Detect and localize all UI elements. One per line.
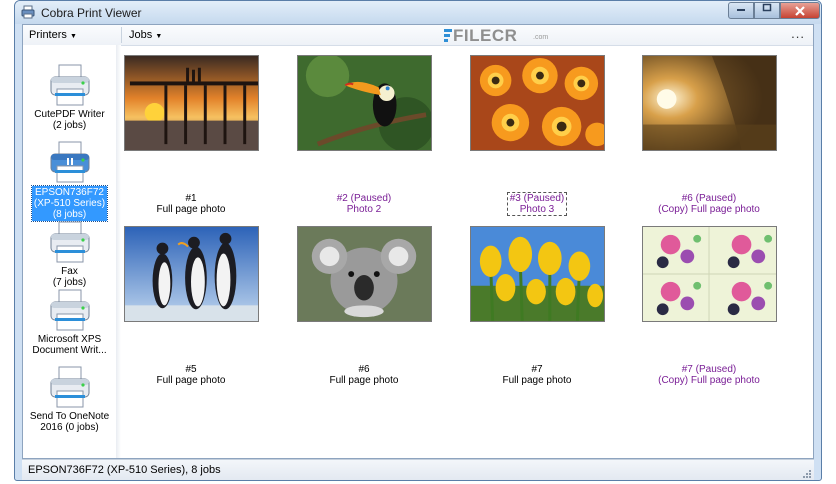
printer-item[interactable]: Microsoft XPS Document Writ...: [23, 288, 116, 356]
job-caption-text: #1 Full page photo: [106, 193, 276, 215]
job-title: (Copy) Full page photo: [658, 375, 760, 386]
printer-icon: [50, 366, 89, 408]
job-thumbnail[interactable]: [470, 226, 605, 322]
job-caption[interactable]: #2 (Paused) Photo 2: [279, 193, 449, 215]
job-number: #1: [185, 193, 197, 204]
photo-image: [298, 227, 431, 321]
job-thumbnail[interactable]: [642, 55, 777, 151]
printer-label: Fax (7 jobs): [52, 266, 87, 288]
printer-label: Send To OneNote 2016 (0 jobs): [29, 411, 110, 433]
status-text: EPSON736F72 (XP-510 Series), 8 jobs: [28, 464, 221, 476]
printer-label: Microsoft XPS Document Writ...: [32, 334, 107, 356]
printers-menu[interactable]: Printers ▼: [29, 29, 77, 41]
job-number: #3 (Paused): [509, 193, 565, 204]
watermark-suffix: .com: [533, 34, 549, 41]
chevron-down-icon: ▼: [69, 33, 77, 40]
close-button[interactable]: [780, 2, 820, 19]
maximize-icon: [762, 3, 772, 12]
job-caption-text: #5 Full page photo: [106, 364, 276, 386]
printer-icon: [50, 64, 89, 106]
sidebar-divider: [116, 45, 121, 458]
window-title: Cobra Print Viewer: [41, 6, 142, 20]
job-title: (Copy) Full page photo: [658, 204, 760, 215]
menu-bar: Printers ▼ Jobs ▼ FILECR .com ...: [23, 25, 813, 46]
job-title: Full page photo: [156, 375, 226, 386]
job-title: Full page photo: [156, 204, 226, 215]
watermark-text: FILECR: [453, 26, 518, 45]
printer-label: CutePDF Writer (2 jobs): [34, 109, 105, 131]
printer-icon: [50, 221, 89, 263]
printer-list: CutePDF Writer (2 jobs) EPSON736F72 (XP-5…: [23, 45, 117, 458]
job-caption-text: #7 (Paused) (Copy) Full page photo: [624, 364, 794, 386]
photo-image: [471, 56, 604, 150]
job-title: Full page photo: [502, 375, 572, 386]
printer-label: EPSON736F72 (XP-510 Series) (8 jobs): [30, 185, 109, 222]
job-thumbnail[interactable]: [642, 226, 777, 322]
job-title: Photo 2: [346, 204, 382, 215]
photo-image: [298, 56, 431, 150]
job-caption[interactable]: #1 Full page photo: [106, 193, 276, 215]
job-caption[interactable]: #3 (Paused) Photo 3: [452, 192, 622, 216]
menu-divider: [121, 27, 122, 43]
client-area: Printers ▼ Jobs ▼ FILECR .com ... CutePD…: [22, 24, 814, 459]
job-number: #6: [358, 364, 370, 375]
printers-menu-label: Printers: [29, 29, 67, 41]
resize-grip-icon[interactable]: [801, 468, 811, 478]
job-number: #2 (Paused): [336, 193, 392, 204]
job-thumbnail[interactable]: [124, 55, 259, 151]
minimize-button[interactable]: [728, 2, 754, 19]
job-caption[interactable]: #6 (Paused) (Copy) Full page photo: [624, 193, 794, 215]
job-thumbnail[interactable]: [297, 226, 432, 322]
more-options-button[interactable]: ...: [791, 26, 805, 41]
job-title: Photo 3: [519, 204, 555, 215]
maximize-button[interactable]: [754, 2, 780, 19]
photo-image: [643, 227, 776, 321]
job-thumbnail[interactable]: [124, 226, 259, 322]
job-thumbnail[interactable]: [470, 55, 605, 151]
printer-item[interactable]: CutePDF Writer (2 jobs): [23, 63, 116, 131]
printer-icon: [50, 289, 89, 331]
job-caption-text: #6 (Paused) (Copy) Full page photo: [624, 193, 794, 215]
jobs-menu-label: Jobs: [129, 29, 153, 41]
watermark-logo-icon: [444, 29, 452, 42]
status-bar: EPSON736F72 (XP-510 Series), 8 jobs: [22, 459, 814, 480]
chevron-down-icon: ▼: [155, 33, 163, 40]
jobs-menu[interactable]: Jobs ▼: [129, 29, 162, 41]
app-window: Cobra Print Viewer Printers ▼ Jobs ▼ FIL…: [14, 0, 822, 481]
title-bar[interactable]: Cobra Print Viewer: [15, 1, 821, 24]
job-number: #7 (Paused): [681, 364, 737, 375]
job-number: #6 (Paused): [681, 193, 737, 204]
job-caption[interactable]: #7 (Paused) (Copy) Full page photo: [624, 364, 794, 386]
job-caption[interactable]: #7 Full page photo: [452, 364, 622, 386]
photo-image: [643, 56, 776, 150]
printer-app-icon: [21, 5, 35, 19]
minimize-icon: [737, 9, 745, 11]
job-caption-text: #2 (Paused) Photo 2: [279, 193, 449, 215]
photo-image: [471, 227, 604, 321]
printer-item[interactable]: EPSON736F72 (XP-510 Series) (8 jobs): [23, 140, 116, 222]
job-number: #7: [531, 364, 543, 375]
printer-icon: [50, 141, 89, 183]
job-number: #5: [185, 364, 197, 375]
photo-image: [125, 56, 258, 150]
job-caption[interactable]: #6 Full page photo: [279, 364, 449, 386]
job-caption-text: #3 (Paused) Photo 3: [506, 192, 568, 216]
job-caption-text: #7 Full page photo: [452, 364, 622, 386]
job-caption-text: #6 Full page photo: [279, 364, 449, 386]
printer-item[interactable]: Send To OneNote 2016 (0 jobs): [23, 365, 116, 433]
job-thumbnail[interactable]: [297, 55, 432, 151]
close-icon: [795, 6, 805, 16]
job-caption[interactable]: #5 Full page photo: [106, 364, 276, 386]
photo-image: [125, 227, 258, 321]
printer-item[interactable]: Fax (7 jobs): [23, 220, 116, 288]
job-title: Full page photo: [329, 375, 399, 386]
